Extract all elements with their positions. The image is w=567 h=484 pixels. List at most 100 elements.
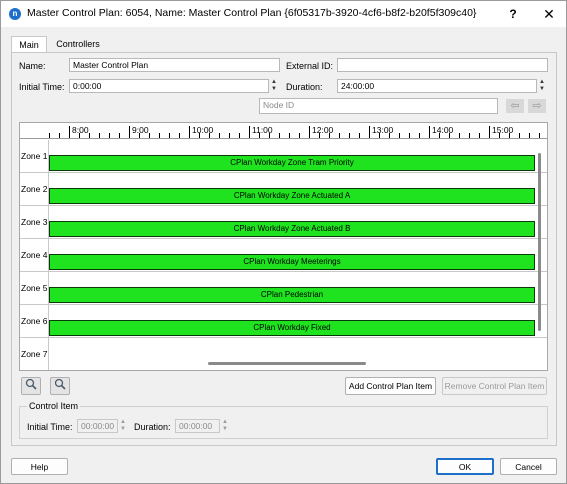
hour-tick [489, 126, 490, 138]
minor-tick [59, 133, 60, 138]
help-button[interactable]: Help [11, 458, 68, 475]
time-ruler: 8:009:0010:0011:0012:0013:0014:0015:001 [20, 123, 547, 139]
cancel-button[interactable]: Cancel [500, 458, 557, 475]
minor-tick [159, 133, 160, 138]
zoom-out-icon[interactable] [50, 377, 70, 395]
zone-separator [48, 338, 49, 370]
name-label: Name: [19, 61, 46, 71]
control-plan-bar[interactable]: CPlan Workday Zone Tram Priority [49, 155, 535, 171]
control-plan-bar[interactable]: CPlan Workday Zone Actuated A [49, 188, 535, 204]
minor-tick [229, 133, 230, 138]
horizontal-scrollbar[interactable] [208, 362, 366, 365]
minor-tick [509, 133, 510, 138]
minor-tick [399, 133, 400, 138]
item-duration-label: Duration: [134, 422, 171, 432]
duration-spinner[interactable]: ▲ ▼ [537, 79, 547, 93]
control-plan-bar[interactable]: CPlan Pedestrian [49, 287, 535, 303]
minor-tick [239, 133, 240, 138]
minor-tick [329, 133, 330, 138]
add-control-plan-item-button[interactable]: Add Control Plan Item [345, 377, 436, 395]
node-id-input[interactable]: Node ID [259, 98, 498, 114]
minor-tick [199, 133, 200, 138]
ok-button[interactable]: OK [436, 458, 494, 475]
zone-label: Zone 7 [21, 349, 48, 359]
minor-tick [219, 133, 220, 138]
minor-tick [389, 133, 390, 138]
minor-tick [299, 133, 300, 138]
vertical-scrollbar[interactable] [538, 153, 541, 331]
zone-row: Zone 6 CPlan Workday Fixed [20, 305, 547, 338]
zone-label: Zone 2 [21, 184, 48, 194]
initial-time-field[interactable]: 0:00:00 [69, 79, 269, 93]
minor-tick [89, 133, 90, 138]
item-initial-time-spinner[interactable]: ▲ ▼ [118, 419, 128, 433]
initial-time-label: Initial Time: [19, 82, 65, 92]
minor-tick [409, 133, 410, 138]
hour-label: 15:00 [492, 125, 514, 135]
minor-tick [119, 133, 120, 138]
remove-control-plan-item-button[interactable]: Remove Control Plan Item [442, 377, 547, 395]
hour-tick [189, 126, 190, 138]
zone-label: Zone 4 [21, 250, 48, 260]
zoom-in-icon[interactable] [21, 377, 41, 395]
control-plan-bar[interactable]: CPlan Workday Fixed [49, 320, 535, 336]
minor-tick [259, 133, 260, 138]
minor-tick [79, 133, 80, 138]
initial-time-spinner[interactable]: ▲ ▼ [269, 79, 279, 93]
minor-tick [319, 133, 320, 138]
minor-tick [539, 133, 540, 138]
minor-tick [269, 133, 270, 138]
minor-tick [149, 133, 150, 138]
item-initial-time-field[interactable]: 00:00:00 [77, 419, 118, 433]
minor-tick [139, 133, 140, 138]
item-duration-spinner[interactable]: ▲ ▼ [220, 419, 230, 433]
tab-controllers[interactable]: Controllers [51, 36, 105, 52]
minor-tick [339, 133, 340, 138]
minor-tick [479, 133, 480, 138]
tab-main[interactable]: Main [11, 36, 47, 53]
minor-tick [169, 133, 170, 138]
zone-row: Zone 4 CPlan Workday Meeterings [20, 239, 547, 272]
minor-tick [99, 133, 100, 138]
minor-tick [419, 133, 420, 138]
minor-tick [499, 133, 500, 138]
minor-tick [49, 133, 50, 138]
minor-tick [279, 133, 280, 138]
item-duration-field[interactable]: 00:00:00 [175, 419, 220, 433]
hour-tick [429, 126, 430, 138]
minor-tick [439, 133, 440, 138]
master-control-plan-dialog: n Master Control Plan: 6054, Name: Maste… [0, 0, 567, 484]
zone-label: Zone 6 [21, 316, 48, 326]
arrow-right-icon[interactable]: ⇨ [528, 99, 546, 113]
minor-tick [459, 133, 460, 138]
hour-tick [69, 126, 70, 138]
duration-field[interactable]: 24:00:00 [337, 79, 537, 93]
control-plan-timeline[interactable]: 8:009:0010:0011:0012:0013:0014:0015:001 … [19, 122, 548, 371]
zone-row: Zone 3 CPlan Workday Zone Actuated B [20, 206, 547, 239]
hour-label: 8:00 [72, 125, 89, 135]
zone-label: Zone 3 [21, 217, 48, 227]
zone-label: Zone 5 [21, 283, 48, 293]
title-bar: n Master Control Plan: 6054, Name: Maste… [1, 1, 566, 27]
zone-label: Zone 1 [21, 151, 48, 161]
minor-tick [209, 133, 210, 138]
minor-tick [359, 133, 360, 138]
minor-tick [349, 133, 350, 138]
control-plan-bar[interactable]: CPlan Workday Meeterings [49, 254, 535, 270]
help-icon[interactable]: ? [498, 3, 528, 25]
hour-label: 9:00 [132, 125, 149, 135]
hour-label: 13:00 [372, 125, 394, 135]
external-id-field[interactable] [337, 58, 548, 72]
close-icon[interactable]: ✕ [534, 3, 564, 25]
duration-label: Duration: [286, 82, 323, 92]
hour-tick [309, 126, 310, 138]
hour-label: 14:00 [432, 125, 454, 135]
control-plan-bar[interactable]: CPlan Workday Zone Actuated B [49, 221, 535, 237]
control-item-title: Control Item [27, 401, 81, 411]
minor-tick [449, 133, 450, 138]
arrow-left-icon[interactable]: ⇦ [506, 99, 524, 113]
name-field[interactable]: Master Control Plan [69, 58, 280, 72]
hour-tick [129, 126, 130, 138]
minor-tick [179, 133, 180, 138]
minor-tick [469, 133, 470, 138]
